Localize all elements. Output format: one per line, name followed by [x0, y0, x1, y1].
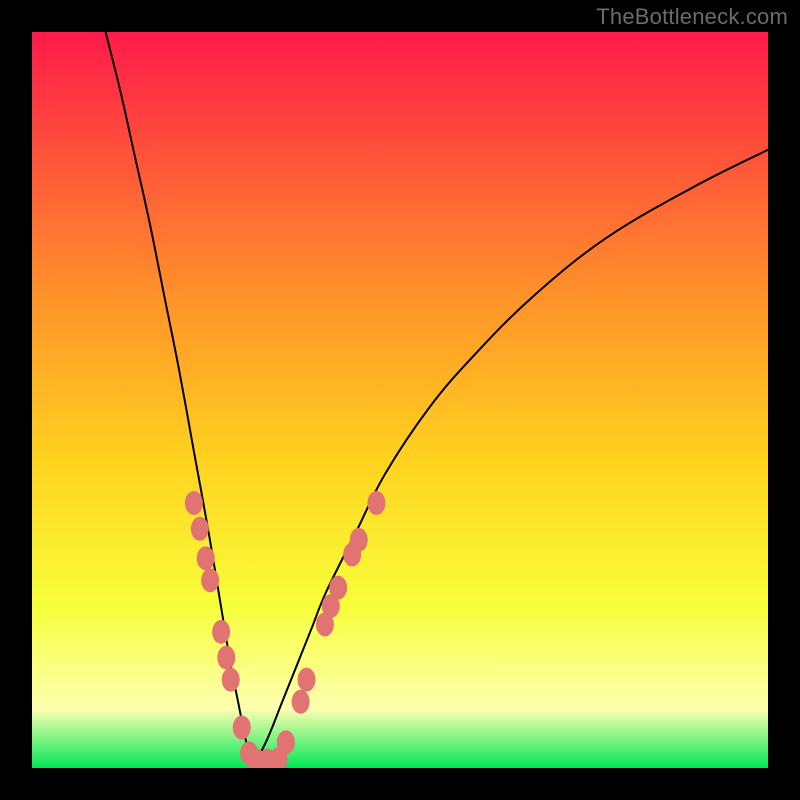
- data-marker: [197, 546, 215, 570]
- data-marker: [217, 646, 235, 670]
- data-marker: [350, 528, 368, 552]
- data-marker: [367, 491, 385, 515]
- data-marker: [222, 668, 240, 692]
- chart-svg: [32, 32, 768, 768]
- data-marker: [185, 491, 203, 515]
- data-marker: [329, 576, 347, 600]
- data-marker: [233, 716, 251, 740]
- plot-area: [32, 32, 768, 768]
- data-marker: [191, 517, 209, 541]
- watermark-text: TheBottleneck.com: [596, 4, 788, 30]
- data-marker: [277, 730, 295, 754]
- data-marker: [298, 668, 316, 692]
- data-marker: [292, 690, 310, 714]
- outer-frame: TheBottleneck.com: [0, 0, 800, 800]
- gradient-background: [32, 32, 768, 768]
- data-marker: [201, 568, 219, 592]
- data-marker: [212, 620, 230, 644]
